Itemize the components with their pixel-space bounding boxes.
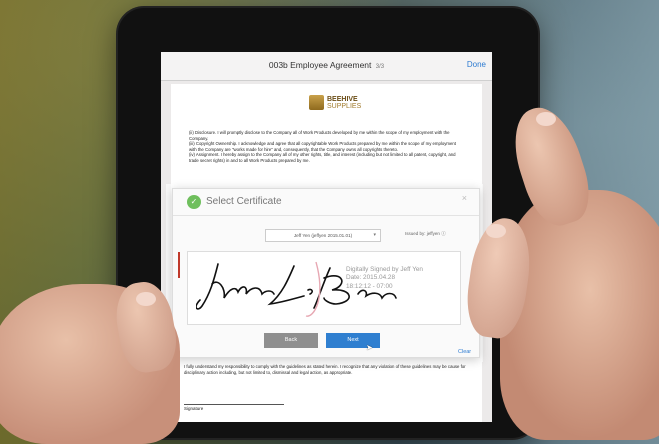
info-icon[interactable]: ⓘ [441, 231, 446, 236]
document-body: (ii) Disclosure. I will promptly disclos… [189, 130, 464, 164]
signed-by: Digitally Signed by Jeff Yen [346, 266, 423, 273]
document-title: 003b Employee Agreement 3/3 [268, 60, 385, 70]
signature-label: Signature [184, 406, 204, 411]
signed-time: 18:12:12 - 07:00 [346, 282, 393, 290]
clear-button[interactable]: Clear [458, 349, 471, 355]
company-logo: BEEHIVE SUPPLIES [309, 95, 361, 110]
paragraph: (iv) Assignment. I hereby assign to the … [189, 152, 456, 163]
company-subname: SUPPLIES [327, 102, 362, 110]
finger-nail [536, 112, 556, 126]
dialog-header: ✓ Select Certificate × [173, 189, 479, 216]
back-button[interactable]: Back [264, 333, 318, 348]
certificate-dropdown[interactable]: Jeff Yen (jeffyen 2015.01.01) ▾ [265, 229, 381, 242]
thumb-nail [136, 292, 156, 306]
signature-line [184, 404, 284, 405]
certificate-icon: ✓ [187, 195, 201, 209]
signature-accent-bar [178, 252, 180, 278]
right-hand [500, 190, 659, 440]
chevron-down-icon: ▾ [373, 232, 376, 238]
closing-text: I fully understand my responsibility to … [184, 364, 466, 375]
nav-bar: 003b Employee Agreement 3/3 Done [161, 52, 492, 81]
paragraph: (ii) Disclosure. I will promptly disclos… [189, 130, 450, 141]
paragraph: (iii) Copyright Ownership. I acknowledge… [189, 141, 456, 152]
done-button[interactable]: Done [467, 60, 486, 69]
certificate-value: Jeff Yen (jeffyen 2015.01.01) [293, 233, 353, 238]
issued-by: Issued by: jeffyen ⓘ [405, 231, 446, 236]
dialog-title: Select Certificate [206, 196, 282, 207]
signed-date: Date: 2015.04.28 [346, 274, 396, 282]
signature-details: Digitally Signed by Jeff Yen Date: 2015.… [346, 266, 423, 291]
cursor-icon: ➤ [366, 343, 373, 352]
company-name: BEEHIVE [327, 95, 358, 103]
page-indicator: 3/3 [375, 64, 385, 70]
beehive-logo-icon [309, 95, 324, 110]
close-icon[interactable]: × [462, 193, 467, 203]
thumb-nail [486, 224, 506, 238]
